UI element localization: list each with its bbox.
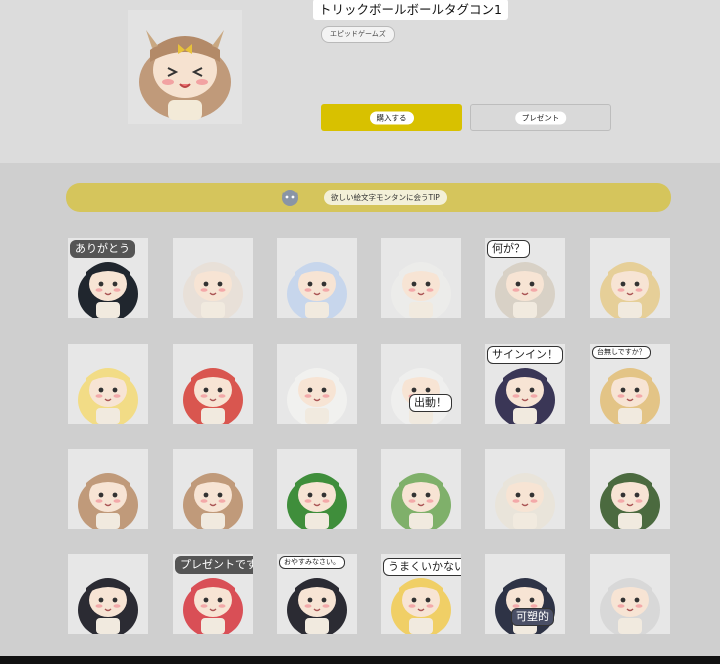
sticker-caption: ありがとう bbox=[70, 240, 135, 258]
sticker-7[interactable] bbox=[68, 344, 148, 424]
sticker-caption: おやすみなさい。 bbox=[279, 556, 345, 569]
sticker-art bbox=[183, 368, 243, 424]
sticker-12[interactable]: 台無しですか？ bbox=[590, 344, 670, 424]
sticker-caption: 何が？ bbox=[487, 240, 530, 258]
sticker-16[interactable] bbox=[381, 449, 461, 529]
sticker-14[interactable] bbox=[173, 449, 253, 529]
sticker-18[interactable] bbox=[590, 449, 670, 529]
sticker-art bbox=[600, 473, 660, 529]
sticker-8[interactable] bbox=[173, 344, 253, 424]
sticker-art bbox=[600, 262, 660, 318]
sticker-caption: 出動！ bbox=[409, 394, 452, 412]
sticker-art bbox=[287, 473, 347, 529]
sticker-9[interactable] bbox=[277, 344, 357, 424]
sticker-11[interactable]: サインイン！ bbox=[485, 344, 565, 424]
sticker-10[interactable]: 出動！ bbox=[381, 344, 461, 424]
sticker-art bbox=[391, 368, 451, 424]
sticker-23[interactable]: 可塑的 bbox=[485, 554, 565, 634]
sticker-2[interactable] bbox=[173, 238, 253, 318]
sticker-caption: 可塑的 bbox=[511, 608, 554, 626]
sticker-3[interactable] bbox=[277, 238, 357, 318]
sticker-art bbox=[391, 473, 451, 529]
sticker-caption: プレゼントです！ bbox=[175, 556, 253, 574]
buy-button-label: 購入する bbox=[369, 111, 414, 124]
sticker-art bbox=[391, 262, 451, 318]
main-sticker-thumbnail bbox=[128, 10, 242, 124]
sticker-art bbox=[78, 473, 138, 529]
sticker-13[interactable] bbox=[68, 449, 148, 529]
sticker-caption: 台無しですか？ bbox=[592, 346, 651, 359]
sticker-6[interactable] bbox=[590, 238, 670, 318]
tip-banner[interactable]: 欲しい絵文字モンタンに会うTIP bbox=[66, 183, 671, 212]
sticker-caption: サインイン！ bbox=[487, 346, 563, 364]
publisher-link[interactable]: エピッドゲームズ bbox=[321, 26, 395, 43]
sticker-art bbox=[600, 578, 660, 634]
sticker-art bbox=[495, 473, 555, 529]
sticker-5[interactable]: 何が？ bbox=[485, 238, 565, 318]
sticker-caption: うまくいかない bbox=[383, 558, 461, 576]
product-header: トリックボールボールタグコン1 エピッドゲームズ 購入する プレゼント bbox=[0, 0, 720, 163]
sticker-24[interactable] bbox=[590, 554, 670, 634]
sticker-art bbox=[183, 473, 243, 529]
gift-button-label: プレゼント bbox=[514, 111, 567, 124]
sticker-art bbox=[78, 368, 138, 424]
sticker-15[interactable] bbox=[277, 449, 357, 529]
sticker-17[interactable] bbox=[485, 449, 565, 529]
sticker-20[interactable]: プレゼントです！ bbox=[173, 554, 253, 634]
sticker-art bbox=[78, 578, 138, 634]
product-title: トリックボールボールタグコン1 bbox=[313, 0, 508, 20]
sticker-21[interactable]: おやすみなさい。 bbox=[277, 554, 357, 634]
sticker-1[interactable]: ありがとう bbox=[68, 238, 148, 318]
sticker-4[interactable] bbox=[381, 238, 461, 318]
mascot-icon bbox=[282, 190, 298, 206]
sticker-art bbox=[183, 262, 243, 318]
sticker-19[interactable] bbox=[68, 554, 148, 634]
sticker-art bbox=[287, 368, 347, 424]
bottom-edge bbox=[0, 656, 720, 664]
buy-button[interactable]: 購入する bbox=[321, 104, 462, 131]
gift-button[interactable]: プレゼント bbox=[470, 104, 611, 131]
tip-banner-label: 欲しい絵文字モンタンに会うTIP bbox=[324, 190, 447, 205]
sticker-22[interactable]: うまくいかない bbox=[381, 554, 461, 634]
sticker-art bbox=[287, 262, 347, 318]
